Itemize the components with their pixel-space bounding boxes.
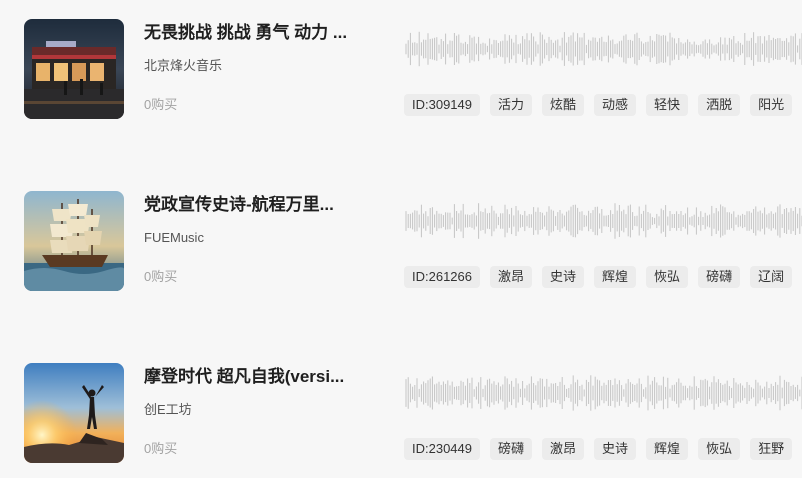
purchase-count: 0购买 — [144, 441, 178, 456]
tag[interactable]: 洒脱 — [698, 94, 741, 116]
tag[interactable]: 磅礴 — [490, 438, 533, 460]
tag[interactable]: 辉煌 — [646, 438, 689, 460]
track-id-badge: ID:261266 — [404, 266, 480, 288]
artist-name[interactable]: 北京烽火音乐 — [144, 57, 222, 75]
tag[interactable]: 恢弘 — [646, 266, 689, 288]
tag[interactable]: 狂野 — [750, 438, 793, 460]
tag[interactable]: 激昂 — [542, 438, 585, 460]
tag[interactable]: 史诗 — [542, 266, 585, 288]
cover-image-sunset — [24, 363, 124, 463]
tag[interactable]: 轻快 — [646, 94, 689, 116]
waveform[interactable] — [404, 29, 802, 69]
tag[interactable]: 辉煌 — [594, 266, 637, 288]
purchase-count: 0购买 — [144, 97, 178, 112]
tag[interactable]: 恢弘 — [698, 438, 741, 460]
track-title[interactable]: 摩登时代 超凡自我(versi... — [144, 365, 369, 389]
purchase-count: 0购买 — [144, 269, 178, 284]
tag[interactable]: 磅礴 — [698, 266, 741, 288]
tag-list: ID:230449 磅礴 激昂 史诗 辉煌 恢弘 狂野 — [404, 438, 793, 460]
track-item: 党政宣传史诗-航程万里... FUEMusic 0购买 ID:261266 激昂… — [0, 191, 802, 291]
album-cover[interactable] — [24, 191, 124, 291]
album-cover[interactable] — [24, 363, 124, 463]
tag[interactable]: 辽阔 — [750, 266, 793, 288]
tag[interactable]: 动感 — [594, 94, 637, 116]
tag[interactable]: 激昂 — [490, 266, 533, 288]
track-title[interactable]: 党政宣传史诗-航程万里... — [144, 193, 369, 217]
track-item: 无畏挑战 挑战 勇气 动力 ... 北京烽火音乐 0购买 ID:309149 活… — [0, 19, 802, 119]
tag-list: ID:309149 活力 炫酷 动感 轻快 洒脱 阳光 — [404, 94, 793, 116]
tag-list: ID:261266 激昂 史诗 辉煌 恢弘 磅礴 辽阔 — [404, 266, 793, 288]
tag[interactable]: 阳光 — [750, 94, 793, 116]
tag[interactable]: 史诗 — [594, 438, 637, 460]
album-cover[interactable] — [24, 19, 124, 119]
track-list: 无畏挑战 挑战 勇气 动力 ... 北京烽火音乐 0购买 ID:309149 活… — [0, 0, 802, 478]
tag[interactable]: 活力 — [490, 94, 533, 116]
tag[interactable]: 炫酷 — [542, 94, 585, 116]
waveform[interactable] — [404, 201, 802, 241]
artist-name[interactable]: 创E工坊 — [144, 401, 192, 419]
track-id-badge: ID:230449 — [404, 438, 480, 460]
cover-image-street — [24, 19, 124, 119]
waveform[interactable] — [404, 373, 802, 413]
track-title[interactable]: 无畏挑战 挑战 勇气 动力 ... — [144, 21, 369, 45]
track-id-badge: ID:309149 — [404, 94, 480, 116]
track-item: 摩登时代 超凡自我(versi... 创E工坊 0购买 ID:230449 磅礴… — [0, 363, 802, 463]
artist-name[interactable]: FUEMusic — [144, 229, 204, 247]
cover-image-ship — [24, 191, 124, 291]
